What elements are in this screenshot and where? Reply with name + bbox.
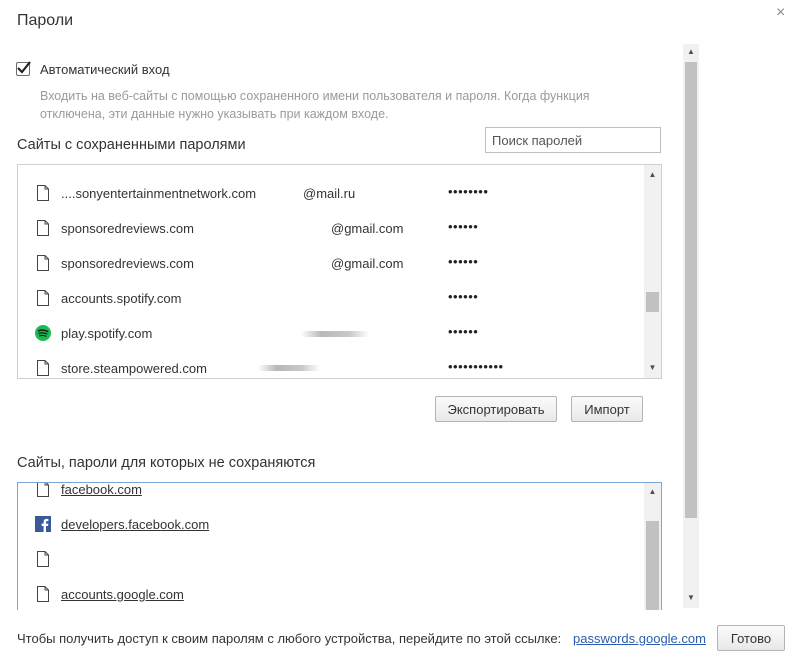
saved-password-row[interactable]: play.spotify.com ••••••: [18, 316, 642, 351]
saved-username: @mail.ru: [303, 186, 356, 201]
saved-password-row[interactable]: accounts.spotify.com ••••••: [18, 281, 642, 316]
never-saved-heading: Сайты, пароли для которых не сохраняются: [17, 455, 316, 471]
saved-site: play.spotify.com: [61, 326, 153, 341]
scroll-up-arrow-icon[interactable]: ▲: [644, 486, 661, 498]
page-icon: [37, 551, 49, 567]
saved-list-scrollbar[interactable]: ▲ ▼: [644, 165, 661, 378]
checkmark-icon: [17, 61, 31, 74]
autologin-label[interactable]: Автоматический вход: [40, 62, 170, 77]
never-saved-scrollbar[interactable]: ▲: [644, 483, 661, 610]
saved-site: sponsoredreviews.com: [61, 256, 194, 271]
blurred-username: [258, 365, 320, 371]
dialog-scrollbar[interactable]: ▲ ▼: [683, 44, 699, 608]
saved-site: ....sonyentertainmentnetwork.com: [61, 186, 257, 201]
saved-password-row[interactable]: store.steampowered.com •••••••••••: [18, 351, 642, 378]
saved-password: ••••••••: [448, 184, 489, 199]
autologin-description-line2: отключена, эти данные нужно указывать пр…: [40, 107, 389, 121]
scroll-down-arrow-icon[interactable]: ▼: [683, 592, 699, 604]
saved-username: @gmail.com: [331, 221, 404, 236]
import-button[interactable]: Импорт: [571, 396, 643, 422]
search-passwords-input[interactable]: [485, 127, 661, 153]
passwords-google-link[interactable]: passwords.google.com: [573, 631, 706, 646]
saved-username: @gmail.com: [331, 256, 404, 271]
page-icon: [37, 360, 49, 376]
autologin-description: Входить на веб-сайты с помощью сохраненн…: [40, 87, 640, 123]
saved-password-row[interactable]: sponsoredreviews.com @gmail.com ••••••: [18, 211, 642, 246]
export-button[interactable]: Экспортировать: [435, 396, 557, 422]
saved-passwords-heading: Сайты с сохраненными паролями: [17, 137, 246, 153]
never-saved-site-link[interactable]: facebook.com: [61, 483, 142, 497]
scroll-thumb[interactable]: [685, 62, 697, 518]
page-icon: [37, 185, 49, 201]
close-icon[interactable]: ×: [776, 4, 785, 22]
page-icon: [37, 483, 49, 497]
never-saved-site-link[interactable]: accounts.google.com: [61, 587, 184, 602]
footer-text: Чтобы получить доступ к своим паролям с …: [17, 631, 562, 646]
scroll-thumb[interactable]: [646, 521, 659, 610]
saved-site: store.steampowered.com: [61, 361, 207, 376]
saved-site: sponsoredreviews.com: [61, 221, 194, 236]
saved-password: •••••••••••: [448, 359, 504, 374]
saved-passwords-list: ....sonyentertainmentnetwork.com @mail.r…: [17, 164, 662, 379]
never-saved-row[interactable]: accounts.google.com: [18, 577, 642, 610]
done-button[interactable]: Готово: [717, 625, 785, 651]
never-saved-row[interactable]: facebook.com: [18, 483, 642, 507]
facebook-icon: [35, 516, 51, 532]
autologin-description-line1: Входить на веб-сайты с помощью сохраненн…: [40, 89, 590, 103]
dialog-title: Пароли: [17, 12, 74, 29]
saved-password: ••••••: [448, 219, 479, 234]
scroll-up-arrow-icon[interactable]: ▲: [644, 169, 661, 181]
spotify-icon: [35, 325, 51, 341]
never-saved-site-link[interactable]: developers.facebook.com: [61, 517, 209, 532]
page-icon: [37, 220, 49, 236]
saved-password-row[interactable]: sponsoredreviews.com @gmail.com ••••••: [18, 246, 642, 281]
page-icon: [37, 290, 49, 306]
never-saved-row[interactable]: developers.facebook.com: [18, 507, 642, 542]
scroll-thumb[interactable]: [646, 292, 659, 312]
never-saved-row[interactable]: [18, 542, 642, 577]
saved-password: ••••••: [448, 254, 479, 269]
saved-password: ••••••: [448, 324, 479, 339]
scroll-up-arrow-icon[interactable]: ▲: [683, 46, 699, 58]
page-icon: [37, 255, 49, 271]
saved-site: accounts.spotify.com: [61, 291, 182, 306]
autologin-checkbox[interactable]: [16, 61, 31, 76]
blurred-username: [301, 331, 369, 337]
never-saved-list: facebook.com developers.facebook.com acc…: [17, 482, 662, 610]
page-icon: [37, 586, 49, 602]
scroll-down-arrow-icon[interactable]: ▼: [644, 362, 661, 374]
saved-password-row[interactable]: ....sonyentertainmentnetwork.com @mail.r…: [18, 176, 642, 211]
saved-password: ••••••: [448, 289, 479, 304]
